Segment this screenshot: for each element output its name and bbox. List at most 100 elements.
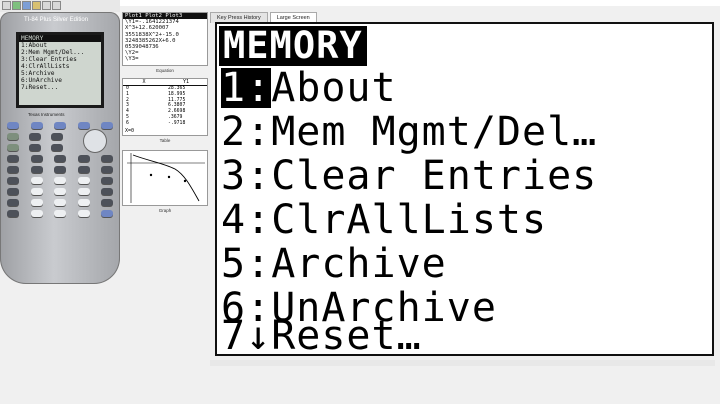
calculator-brand: Texas Instruments	[28, 112, 65, 117]
calc-key[interactable]	[77, 122, 90, 129]
calc-key[interactable]	[54, 166, 66, 173]
calculator-keypad	[7, 122, 113, 221]
menu-item-label: ClrAllLists	[271, 197, 548, 243]
calc-screen-line: MEMORY	[19, 35, 101, 42]
graph-plot	[127, 153, 205, 203]
calc-key[interactable]	[30, 166, 43, 173]
menu-item-separator: :	[246, 153, 272, 199]
plot-point	[167, 175, 171, 179]
table-header: X Y1	[123, 79, 207, 86]
open-icon[interactable]	[12, 1, 21, 10]
plot-point	[149, 173, 153, 177]
calc-screen-line: 1:About	[21, 42, 48, 49]
calc-key[interactable]	[30, 210, 43, 217]
table-caption: Table	[159, 138, 171, 143]
menu-item-separator: ↓	[246, 313, 272, 359]
menu-item-reset[interactable]: 7↓Reset…	[221, 316, 422, 356]
calc-key[interactable]	[77, 210, 90, 217]
function-curve	[132, 154, 200, 202]
calc-key[interactable]	[30, 155, 43, 162]
calc-key[interactable]	[101, 199, 113, 206]
calc-key[interactable]	[30, 188, 43, 195]
calc-key[interactable]	[101, 122, 113, 129]
calc-key[interactable]	[29, 144, 41, 151]
menu-item-about[interactable]: 1:About	[221, 68, 397, 108]
menu-item-mem-mgmt[interactable]: 2:Mem Mgmt/Del…	[221, 112, 597, 152]
calc-key[interactable]	[30, 199, 43, 206]
equation-pane[interactable]: Plot1 Plot2 Plot3 \Y1=-.1641221374 X^3+1…	[122, 12, 208, 66]
value-table: X Y1 0 28.365 1 18.995 2 11.775 3 6.3807 4 2.…	[123, 79, 207, 127]
calc-key[interactable]	[7, 166, 19, 173]
new-icon[interactable]	[2, 1, 11, 10]
calc-key[interactable]	[54, 177, 66, 184]
menu-item-label: Mem Mgmt/Del…	[271, 109, 598, 155]
calc-key[interactable]	[77, 199, 90, 206]
menu-item-label: Archive	[271, 241, 447, 287]
calc-key[interactable]	[54, 199, 66, 206]
calc-key[interactable]	[7, 199, 19, 206]
calc-key[interactable]	[29, 133, 41, 140]
calc-key[interactable]	[54, 188, 66, 195]
equation-line: \Y3=	[125, 56, 139, 63]
calc-key[interactable]	[30, 177, 43, 184]
calculator-screen: MEMORY 1:About 2:Mem Mgmt/Del... 3:Clear…	[16, 32, 104, 108]
calc-screen-line: 6:UnArchive	[21, 77, 62, 84]
calc-key[interactable]	[7, 177, 19, 184]
menu-item-number: 5	[221, 241, 247, 287]
calc-key[interactable]	[7, 144, 19, 151]
table-footer: X=0	[125, 128, 135, 134]
calc-key[interactable]	[30, 122, 43, 129]
emulator-toolbar	[0, 0, 120, 12]
menu-item-number: 1	[221, 65, 247, 111]
calc-key[interactable]	[51, 144, 63, 151]
calc-key[interactable]	[7, 188, 19, 195]
menu-item-separator: :	[246, 197, 272, 243]
calculator-model-label: TI-84 Plus Silver Edition	[24, 17, 89, 23]
menu-item-label: About	[271, 65, 397, 111]
table-cell: -.9718	[168, 120, 186, 126]
calc-key[interactable]	[101, 177, 113, 184]
table-header-y1: Y1	[182, 79, 190, 85]
calc-screen-line: 3:Clear Entries	[21, 56, 77, 63]
calc-key[interactable]	[7, 122, 19, 129]
plot-point	[183, 179, 187, 183]
table-header-x: X	[142, 79, 146, 85]
calc-key[interactable]	[77, 177, 90, 184]
menu-item-label: Reset…	[271, 313, 422, 359]
graph-pane[interactable]	[122, 150, 208, 206]
calculator-device: TI-84 Plus Silver Edition MEMORY 1:About…	[0, 12, 120, 284]
menu-item-separator: :	[246, 109, 272, 155]
calc-key[interactable]	[77, 188, 90, 195]
settings-icon[interactable]	[42, 1, 51, 10]
large-screen-display: MEMORY 1:About 2:Mem Mgmt/Del… 3:Clear E…	[215, 22, 714, 356]
help-icon[interactable]	[52, 1, 61, 10]
calc-key[interactable]	[54, 210, 66, 217]
menu-item-label: Clear Entries	[271, 153, 598, 199]
calc-key[interactable]	[77, 166, 90, 173]
calc-key[interactable]	[101, 210, 113, 217]
menu-item-number: 7	[221, 313, 247, 359]
menu-item-separator: :	[246, 241, 272, 287]
save-icon[interactable]	[22, 1, 31, 10]
calc-key[interactable]	[101, 166, 113, 173]
menu-item-number: 3	[221, 153, 247, 199]
calc-key[interactable]	[54, 155, 66, 162]
horizontal-scrollbar[interactable]	[210, 360, 715, 366]
table-cell: 6	[126, 120, 129, 126]
calc-key[interactable]	[77, 155, 90, 162]
calc-key[interactable]	[101, 155, 113, 162]
menu-item-number: 2	[221, 109, 247, 155]
calc-key[interactable]	[101, 188, 113, 195]
calc-screen-line: 2:Mem Mgmt/Del...	[21, 49, 85, 56]
calc-key[interactable]	[54, 122, 66, 129]
capture-icon[interactable]	[32, 1, 41, 10]
menu-item-clrall-lists[interactable]: 4:ClrAllLists	[221, 200, 547, 240]
menu-item-clear-entries[interactable]: 3:Clear Entries	[221, 156, 597, 196]
calc-key[interactable]	[7, 133, 19, 140]
menu-item-number: 4	[221, 197, 247, 243]
calc-key[interactable]	[7, 210, 19, 217]
calc-key[interactable]	[51, 133, 63, 140]
menu-item-archive[interactable]: 5:Archive	[221, 244, 447, 284]
table-pane[interactable]: X Y1 0 28.365 1 18.995 2 11.775 3 6.3807 4 2.…	[122, 78, 208, 136]
calc-key[interactable]	[7, 155, 19, 162]
